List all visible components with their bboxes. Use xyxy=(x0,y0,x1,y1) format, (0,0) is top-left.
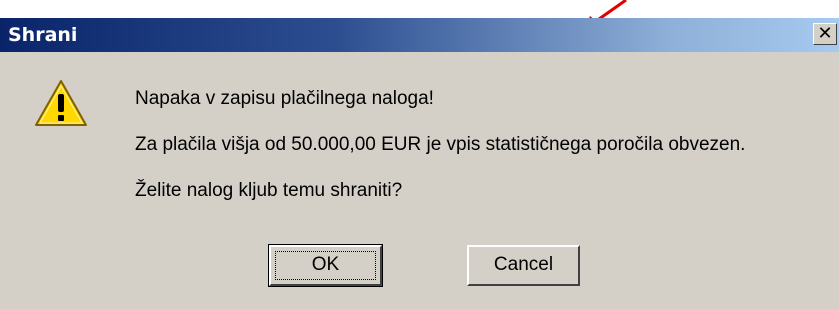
close-icon: ✕ xyxy=(817,23,833,44)
dialog-title: Shrani xyxy=(8,24,78,46)
confirm-question: Želite nalog kljub temu shraniti? xyxy=(135,180,403,201)
ok-button-label: OK xyxy=(311,254,340,275)
detail-message: Za plačila višja od 50.000,00 EUR je vpi… xyxy=(135,134,746,155)
save-dialog: Shrani ✕ Napaka v zapisu plačilnega nalo… xyxy=(0,18,839,309)
error-message: Napaka v zapisu plačilnega naloga! xyxy=(135,88,434,109)
warning-icon xyxy=(35,80,87,126)
cancel-button-label: Cancel xyxy=(493,254,554,275)
title-bar[interactable]: Shrani ✕ xyxy=(0,18,839,52)
cancel-button[interactable]: Cancel xyxy=(467,245,580,286)
ok-button[interactable]: OK xyxy=(268,244,383,287)
close-button[interactable]: ✕ xyxy=(813,23,837,45)
